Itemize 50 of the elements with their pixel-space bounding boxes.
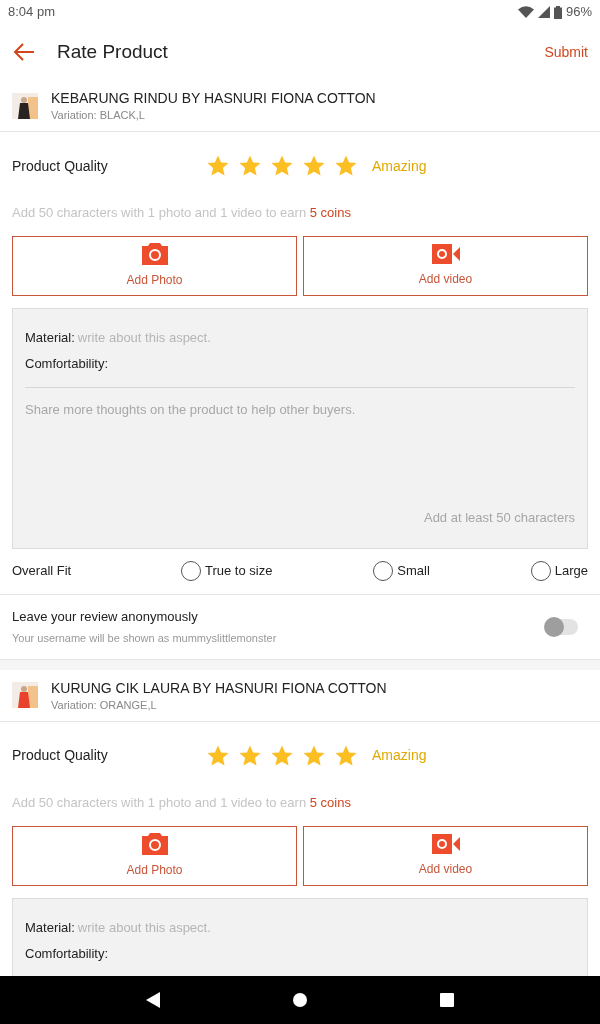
back-nav-button[interactable]: [146, 992, 161, 1008]
quality-label: Product Quality: [12, 156, 109, 176]
aspect-label: Material:: [25, 918, 75, 937]
back-triangle-icon: [146, 992, 161, 1008]
add-video-button[interactable]: Add video: [303, 236, 588, 296]
page-title: Rate Product: [57, 39, 169, 64]
anonymous-toggle[interactable]: [546, 618, 578, 635]
aspect-label: Material:: [25, 329, 75, 348]
camera-icon: [141, 243, 168, 265]
character-hint: Add at least 50 characters: [423, 509, 575, 527]
anonymous-label: Leave your review anonymously: [12, 607, 199, 626]
signal-icon: [537, 6, 550, 18]
battery-icon: [553, 5, 562, 19]
product-name: KEBARUNG RINDU BY HASNURI FIONA COTTON: [51, 89, 376, 108]
star-icon[interactable]: [302, 154, 326, 178]
star-icon[interactable]: [206, 154, 230, 178]
home-nav-button[interactable]: [293, 993, 307, 1007]
add-photo-button[interactable]: Add Photo: [12, 236, 297, 296]
star-icon[interactable]: [334, 154, 358, 178]
coins-hint: Add 50 characters with 1 photo and 1 video to earn 5 coins: [12, 794, 351, 810]
fit-option[interactable]: Large: [530, 561, 588, 581]
username-note: Your username will be shown as mummyslittlemonster: [12, 631, 277, 646]
product-name: KURUNG CIK LAURA BY HASNURI FIONA COTTON: [51, 678, 387, 698]
rating-text: Amazing: [372, 156, 427, 176]
review-field[interactable]: Material: write about this aspect. Comfortability:: [12, 897, 588, 976]
battery-percent: 96%: [565, 3, 592, 22]
video-camera-icon: [431, 833, 460, 854]
review-field[interactable]: Material: write about this aspect. Comfortability: Share more thoughts on the product to help other buyers. Add at least 50 characters: [12, 308, 588, 549]
add-video-button[interactable]: Add video: [303, 825, 588, 886]
home-circle-icon: [293, 993, 307, 1007]
recents-nav-button[interactable]: [439, 993, 454, 1007]
rating-text: Amazing: [372, 746, 427, 765]
variation-text: Variation: BLACK,L: [51, 108, 146, 123]
camera-icon: [141, 832, 168, 855]
status-time: 8:04 pm: [8, 3, 55, 22]
video-camera-icon: [431, 244, 460, 264]
variation-text: Variation: ORANGE,L: [51, 697, 158, 713]
fit-option[interactable]: Small: [373, 561, 430, 581]
fit-label: Overall Fit: [12, 562, 73, 581]
star-icon[interactable]: [270, 154, 294, 178]
submit-button[interactable]: Submit: [544, 41, 588, 63]
coins-hint: Add 50 characters with 1 photo and 1 video to earn 5 coins: [12, 205, 351, 220]
aspect-label: Comfortability:: [25, 944, 109, 963]
aspect-label: Comfortability:: [25, 355, 109, 374]
wifi-icon: [517, 6, 534, 18]
add-photo-button[interactable]: Add Photo: [12, 825, 297, 886]
fit-option[interactable]: True to size: [181, 561, 273, 581]
star-icon[interactable]: [238, 154, 262, 178]
quality-label: Product Quality: [12, 746, 109, 765]
recents-square-icon: [439, 993, 454, 1007]
